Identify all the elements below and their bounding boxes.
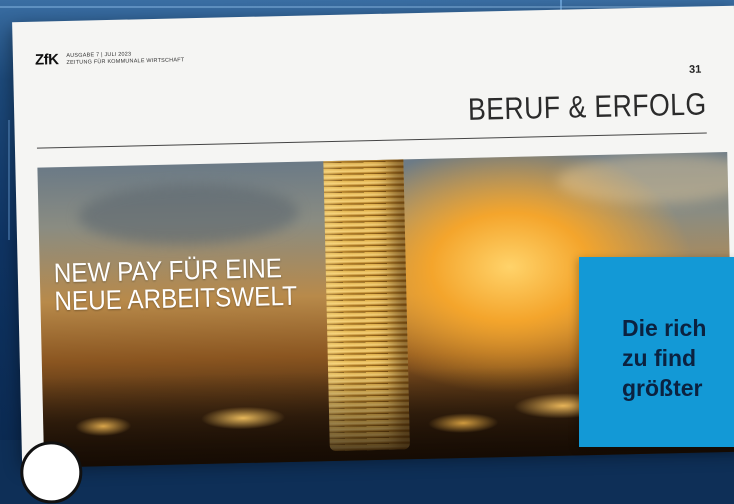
publication-name: ZEITUNG FÜR KOMMUNALE WIRTSCHAFT [66,56,185,66]
callout-line: größter [622,375,703,401]
page-number: 31 [688,63,702,76]
hero-headline-line: NEUE ARBEITSWELT [54,280,298,317]
cloud [557,151,734,206]
callout-line: Die rich [622,315,707,341]
callout-line: zu find [622,345,697,371]
circle-badge [19,440,84,504]
section-title: BERUF & ERFOLG [467,86,707,127]
zfk-logo: ZfK [34,51,59,69]
divider [36,132,707,149]
masthead: ZfK AUSGABE 7 | JULI 2023 ZEITUNG FÜR KO… [34,48,185,69]
masthead-info: AUSGABE 7 | JULI 2023 ZEITUNG FÜR KOMMUN… [66,50,184,67]
callout-box: Die rich zu find größter [579,257,734,447]
background-line [8,120,10,240]
callout-text: Die rich zu find größter [622,313,706,403]
cloud [77,181,300,247]
hero-headline: NEW PAY FÜR EINE NEUE ARBEITSWELT [53,253,298,317]
